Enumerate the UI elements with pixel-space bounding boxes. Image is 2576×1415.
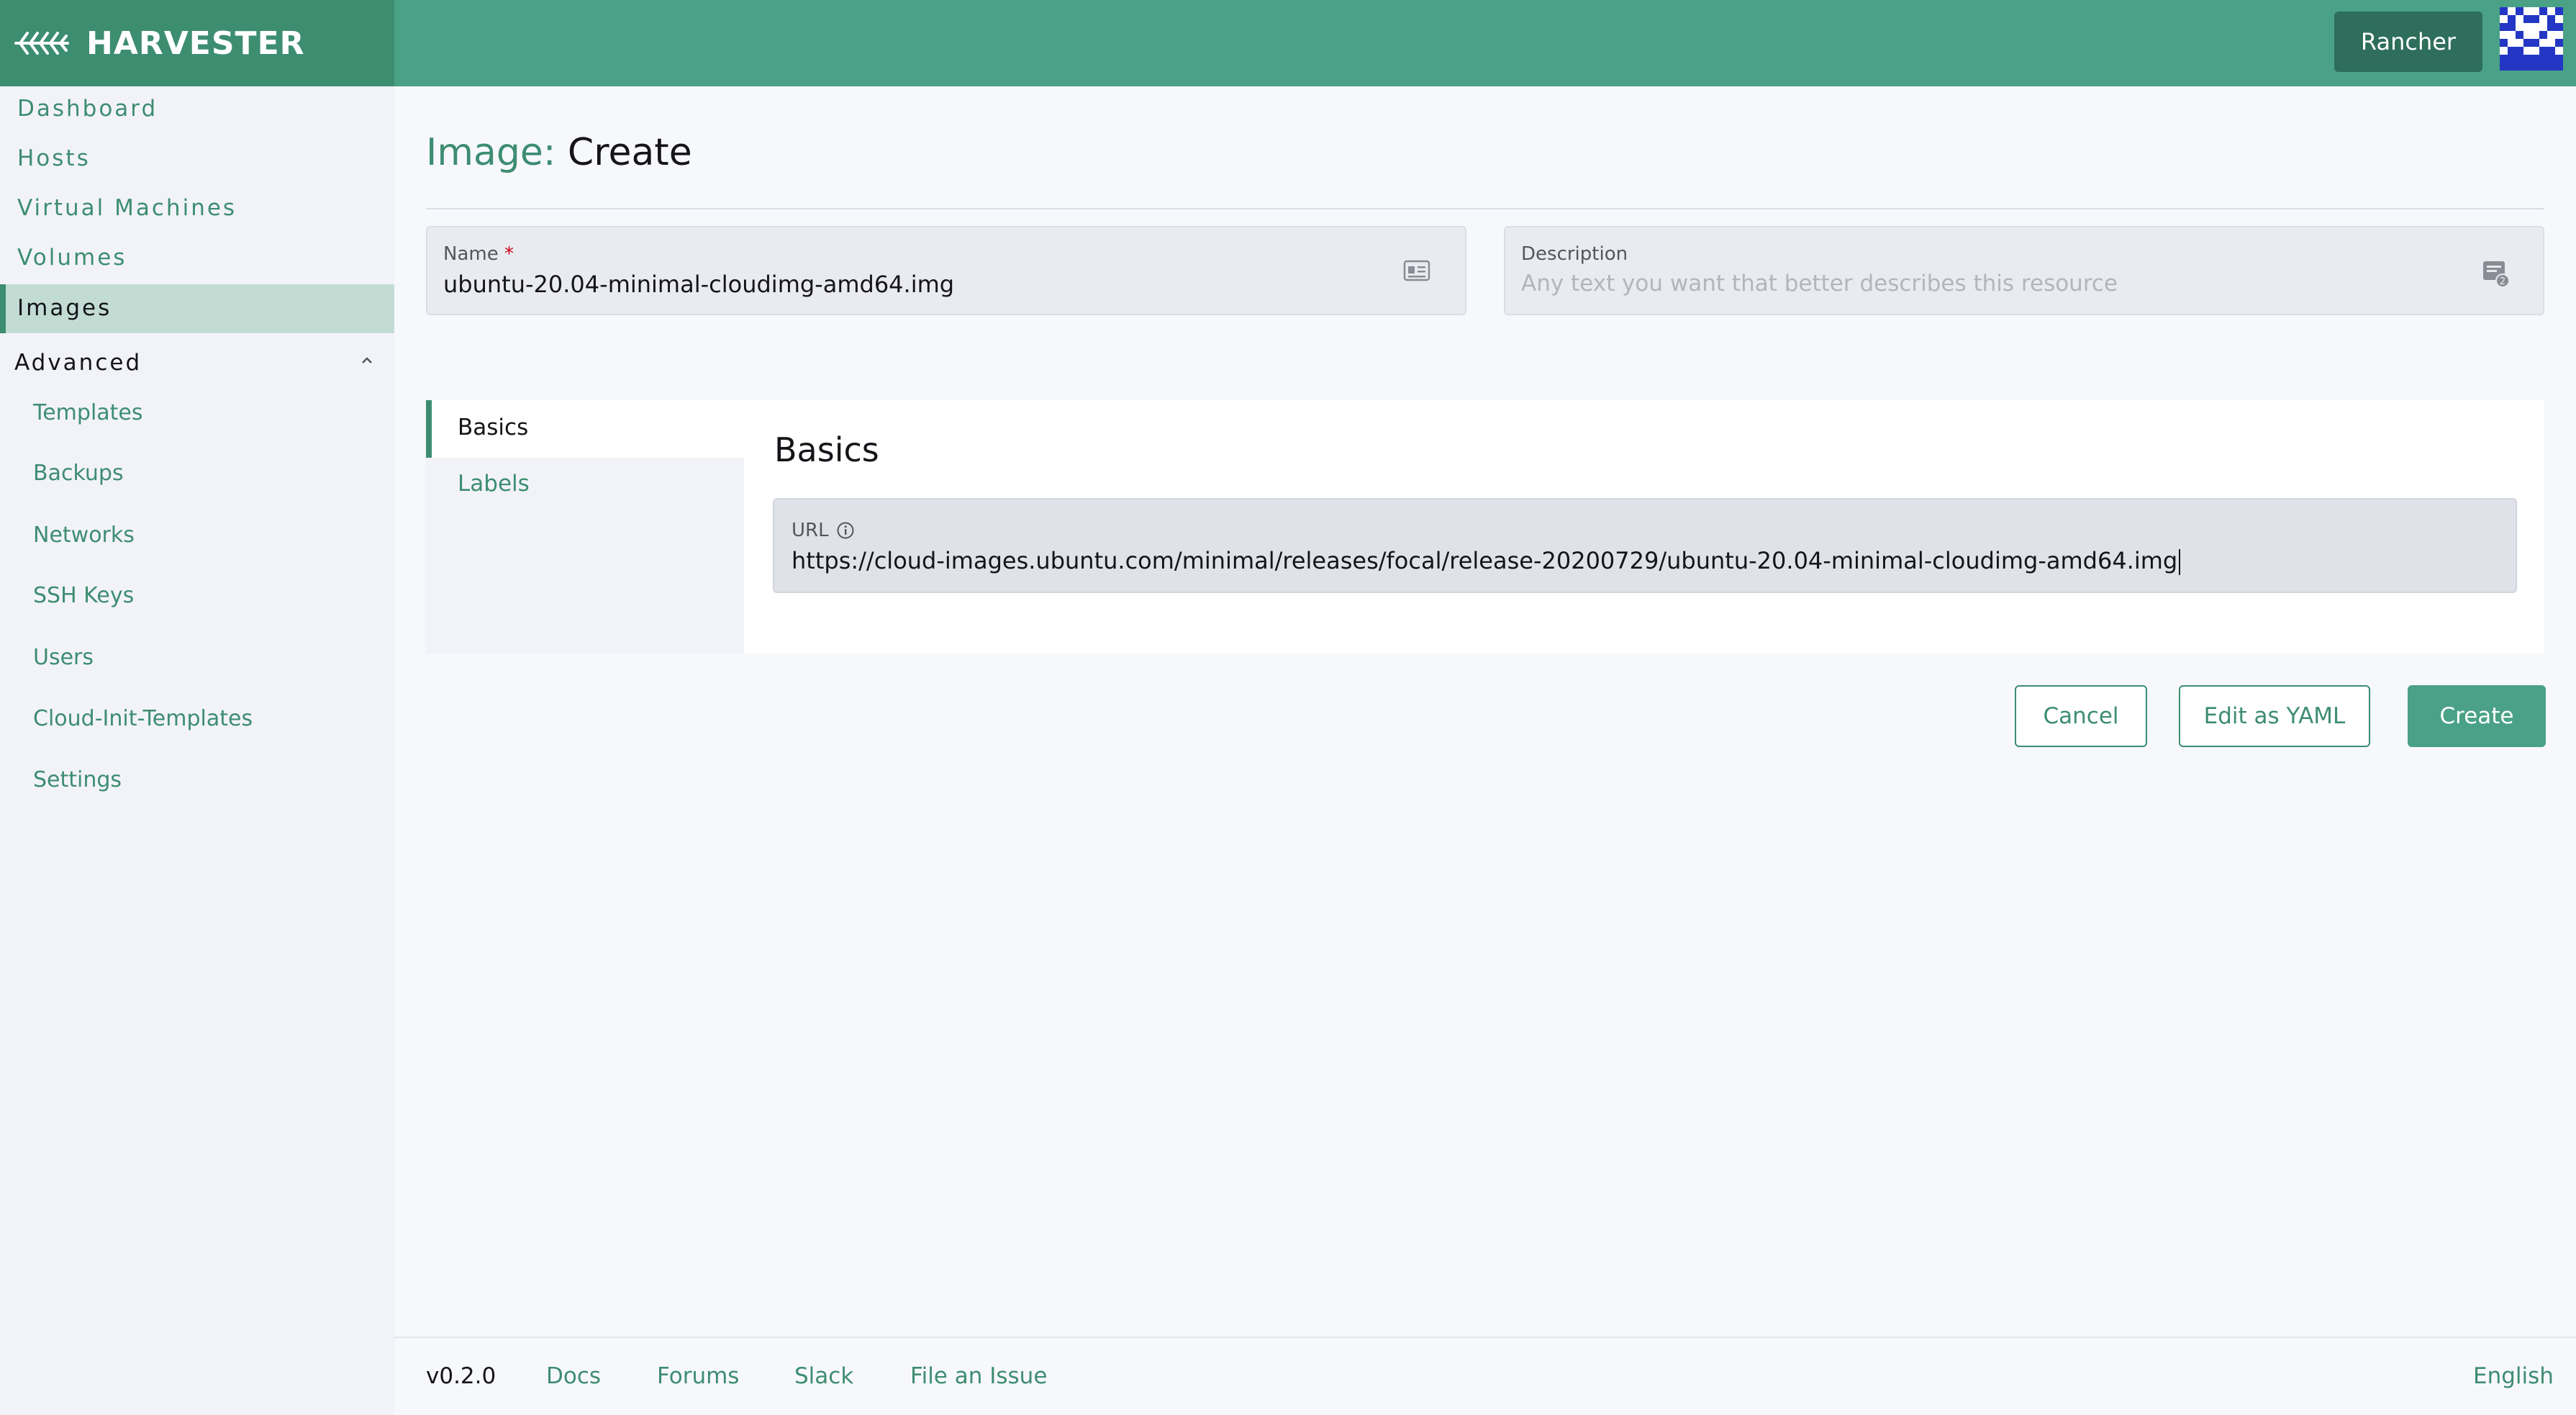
tab-basics[interactable]: Basics <box>458 415 528 440</box>
name-field[interactable]: Name * ubuntu-20.04-minimal-cloudimg-amd… <box>426 226 1466 315</box>
sidebar-item-hosts[interactable]: Hosts <box>17 145 91 171</box>
comment-icon: 2 <box>2483 261 2510 288</box>
text-caret <box>2179 549 2181 575</box>
url-field-value[interactable]: https://cloud-images.ubuntu.com/minimal/… <box>792 547 2181 575</box>
url-field-label: URL <box>792 520 855 541</box>
footer-link-forums[interactable]: Forums <box>657 1363 739 1389</box>
id-card-icon <box>1403 260 1430 281</box>
footer-link-file-an-issue[interactable]: File an Issue <box>910 1363 1047 1389</box>
footer-divider <box>394 1337 2576 1338</box>
brand[interactable]: HARVESTER <box>0 0 394 86</box>
cancel-button[interactable]: Cancel <box>2015 685 2147 747</box>
top-bar: HARVESTER Rancher <box>0 0 2576 86</box>
sidebar-item-cloud-init-templates[interactable]: Cloud-Init-Templates <box>33 706 253 731</box>
footer-version: v0.2.0 <box>426 1363 496 1389</box>
footer-link-docs[interactable]: Docs <box>546 1363 601 1389</box>
url-field[interactable]: URL https://cloud-images.ubuntu.com/mini… <box>773 498 2517 593</box>
svg-text:2: 2 <box>2500 276 2505 287</box>
description-field-label: Description <box>1521 243 1628 265</box>
section-title: Basics <box>774 430 879 469</box>
sidebar-item-virtual-machines[interactable]: Virtual Machines <box>17 195 237 221</box>
rancher-button[interactable]: Rancher <box>2334 12 2482 72</box>
language-selector[interactable]: English <box>2473 1363 2554 1389</box>
footer-link-slack[interactable]: Slack <box>794 1363 853 1389</box>
description-field[interactable]: Description Any text you want that bette… <box>1504 226 2544 315</box>
page-title: Image: Create <box>426 131 692 174</box>
sidebar-item-settings[interactable]: Settings <box>33 767 122 792</box>
create-button[interactable]: Create <box>2408 685 2546 747</box>
chevron-up-icon[interactable] <box>360 356 374 366</box>
sidebar-item-ssh-keys[interactable]: SSH Keys <box>33 583 134 608</box>
required-marker: * <box>504 243 514 265</box>
sidebar-active-indicator <box>0 284 6 333</box>
page-title-prefix: Image: <box>426 131 556 174</box>
title-divider <box>426 208 2544 209</box>
harvester-logo-icon <box>14 32 69 55</box>
name-field-value[interactable]: ubuntu-20.04-minimal-cloudimg-amd64.img <box>443 271 954 298</box>
sidebar-group-advanced[interactable]: Advanced <box>14 350 142 376</box>
description-field-placeholder[interactable]: Any text you want that better describes … <box>1521 271 2118 297</box>
page-title-text: Create <box>567 131 692 174</box>
info-icon[interactable] <box>836 521 855 540</box>
sidebar-item-dashboard[interactable]: Dashboard <box>17 96 158 122</box>
tab-labels[interactable]: Labels <box>458 471 530 497</box>
sidebar-item-images[interactable]: Images <box>17 295 112 321</box>
sidebar-item-networks[interactable]: Networks <box>33 523 135 548</box>
avatar-identicon[interactable] <box>2500 7 2563 71</box>
sidebar-item-volumes[interactable]: Volumes <box>17 245 127 271</box>
sidebar-item-users[interactable]: Users <box>33 645 94 670</box>
edit-as-yaml-button[interactable]: Edit as YAML <box>2179 685 2370 747</box>
name-field-label: Name * <box>443 243 514 265</box>
tab-active-indicator <box>426 400 432 458</box>
sidebar-item-templates[interactable]: Templates <box>33 400 143 425</box>
brand-name: HARVESTER <box>86 24 305 62</box>
sidebar-item-backups[interactable]: Backups <box>33 461 124 486</box>
